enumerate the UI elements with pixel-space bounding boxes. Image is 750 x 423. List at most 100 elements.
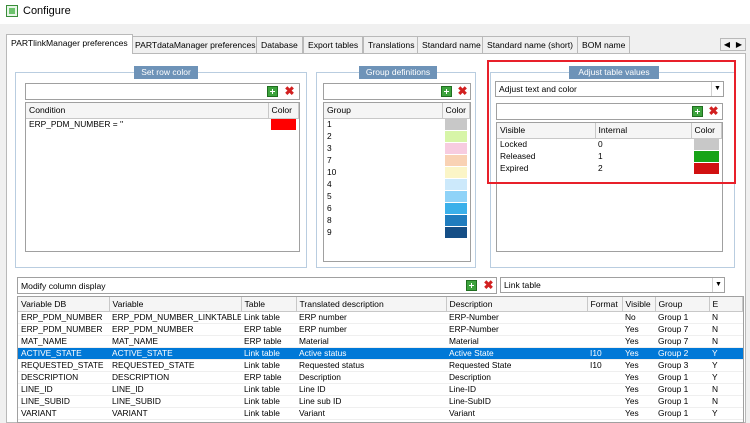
- color-swatch[interactable]: [445, 118, 467, 130]
- color-cell[interactable]: [442, 226, 470, 238]
- column-header-format[interactable]: Format: [587, 297, 623, 312]
- table-cell: Group 3: [655, 359, 709, 372]
- tab-standard-name-short[interactable]: Standard name (short): [482, 36, 578, 54]
- condition-cell[interactable]: ERP_PDM_NUMBER = '': [26, 118, 268, 130]
- color-cell[interactable]: [442, 118, 470, 130]
- color-swatch[interactable]: [445, 130, 467, 142]
- delete-icon[interactable]: ✖: [457, 85, 468, 97]
- table-row[interactable]: 10: [324, 166, 470, 178]
- chevron-down-icon[interactable]: ▼: [712, 278, 724, 292]
- table-cell: ERP_PDM_NUMBER_LINKTABLE: [109, 311, 241, 324]
- annotation-highlight: [487, 60, 736, 184]
- tab-strip: PARTlinkManager preferences PARTdataMana…: [6, 34, 716, 54]
- set-row-color-group: Set row color ✖ Condition Color ERP_PDM_…: [15, 66, 307, 268]
- table-cell: N: [709, 323, 743, 336]
- column-header-color[interactable]: Color: [268, 103, 299, 119]
- color-cell[interactable]: [442, 178, 470, 190]
- table-row[interactable]: LINE_ID LINE_ID Link table Line ID Line-ID Ye…: [18, 383, 743, 396]
- color-swatch[interactable]: [271, 118, 296, 130]
- table-row[interactable]: ERP_PDM_NUMBER ERP_PDM_NUMBER ERP table ERP…: [18, 323, 743, 336]
- table-row-selected[interactable]: ACTIVE_STATE ACTIVE_STATE Link table Active…: [18, 347, 743, 360]
- tab-database[interactable]: Database: [256, 36, 303, 54]
- table-cell: Y: [709, 407, 743, 420]
- add-icon[interactable]: [267, 86, 278, 97]
- delete-icon[interactable]: ✖: [284, 85, 295, 97]
- column-header-translated-description[interactable]: Translated description: [296, 297, 447, 312]
- column-header-description[interactable]: Description: [446, 297, 588, 312]
- table-row[interactable]: REQUESTED_STATE REQUESTED_STATE Link table…: [18, 359, 743, 372]
- table-row[interactable]: 4: [324, 178, 470, 190]
- table-select[interactable]: Link table ▼: [500, 277, 725, 293]
- table-row[interactable]: 6: [324, 202, 470, 214]
- tab-partlinkmanager-preferences[interactable]: PARTlinkManager preferences: [6, 34, 133, 54]
- table-row[interactable]: 8: [324, 214, 470, 226]
- table-row[interactable]: 3: [324, 142, 470, 154]
- table-row[interactable]: 1: [324, 118, 470, 130]
- color-cell[interactable]: [442, 190, 470, 202]
- add-icon[interactable]: [441, 86, 452, 97]
- table-row[interactable]: LINE_SUBID LINE_SUBID Link table Line sub I…: [18, 395, 743, 408]
- tab-export-tables[interactable]: Export tables: [303, 36, 364, 54]
- table-cell: Description: [296, 371, 446, 384]
- color-cell[interactable]: [442, 142, 470, 154]
- table-row[interactable]: 2: [324, 130, 470, 142]
- table-cell: VARIANT: [18, 407, 109, 420]
- color-cell[interactable]: [442, 166, 470, 178]
- column-header-group[interactable]: Group: [655, 297, 710, 312]
- table-row[interactable]: 5: [324, 190, 470, 202]
- tab-standard-name[interactable]: Standard name: [417, 36, 486, 54]
- table-cell: Y: [709, 347, 743, 360]
- tab-bom-name[interactable]: BOM name: [577, 36, 631, 54]
- table-row[interactable]: DESCRIPTION DESCRIPTION ERP table Descripti…: [18, 371, 743, 384]
- table-cell: VARIANT: [109, 407, 241, 420]
- column-header-visible[interactable]: Visible: [622, 297, 656, 312]
- add-icon[interactable]: [466, 280, 477, 291]
- color-swatch[interactable]: [445, 178, 467, 190]
- column-header-e[interactable]: E: [709, 297, 743, 312]
- table-cell: [587, 395, 622, 408]
- column-header-table[interactable]: Table: [241, 297, 297, 312]
- column-header-group[interactable]: Group: [324, 103, 443, 119]
- table-cell: N: [709, 383, 743, 396]
- column-header-variable-db[interactable]: Variable DB: [18, 297, 110, 312]
- table-cell: I10: [587, 347, 622, 360]
- color-cell[interactable]: [442, 154, 470, 166]
- tab-scroll-left-icon[interactable]: ◀: [721, 39, 733, 50]
- color-swatch[interactable]: [445, 202, 467, 214]
- color-swatch[interactable]: [445, 226, 467, 238]
- table-row[interactable]: 9: [324, 226, 470, 238]
- table-row[interactable]: VARIANT VARIANT Link table Variant Variant Ye…: [18, 407, 743, 420]
- tab-scroll-buttons: ◀ ▶: [720, 38, 746, 51]
- color-swatch[interactable]: [445, 154, 467, 166]
- table-cell: Active State: [446, 347, 587, 360]
- title-bar: Configure: [0, 0, 750, 24]
- color-cell[interactable]: [268, 118, 299, 130]
- color-cell[interactable]: [442, 202, 470, 214]
- modify-column-display-label: Modify column display: [21, 281, 106, 291]
- app-icon: [6, 5, 18, 17]
- column-header-color[interactable]: Color: [442, 103, 470, 119]
- color-cell[interactable]: [442, 214, 470, 226]
- column-header-condition[interactable]: Condition: [26, 103, 269, 119]
- table-cell: Group 1: [655, 383, 709, 396]
- column-header-variable[interactable]: Variable: [109, 297, 242, 312]
- table-cell: Line sub ID: [296, 395, 446, 408]
- color-swatch[interactable]: [445, 190, 467, 202]
- tab-translations[interactable]: Translations: [363, 36, 420, 54]
- column-display-grid: Variable DB Variable Table Translated de…: [17, 296, 744, 423]
- color-cell[interactable]: [442, 130, 470, 142]
- table-cell: Y: [709, 371, 743, 384]
- table-row[interactable]: 7: [324, 154, 470, 166]
- table-cell: N: [709, 395, 743, 408]
- delete-icon[interactable]: ✖: [483, 279, 494, 291]
- table-row[interactable]: MAT_NAME MAT_NAME ERP table Material Materia…: [18, 335, 743, 348]
- table-row[interactable]: ERP_PDM_NUMBER ERP_PDM_NUMBER_LINKTABLE Li…: [18, 311, 743, 324]
- color-swatch[interactable]: [445, 214, 467, 226]
- table-cell: ERP_PDM_NUMBER: [18, 311, 109, 324]
- table-cell: Requested State: [446, 359, 587, 372]
- table-row[interactable]: ERP_PDM_NUMBER = '': [26, 118, 299, 130]
- color-swatch[interactable]: [445, 142, 467, 154]
- tab-scroll-right-icon[interactable]: ▶: [733, 39, 745, 50]
- color-swatch[interactable]: [445, 166, 467, 178]
- tab-partdatamanager-preferences[interactable]: PARTdataManager preferences: [130, 36, 261, 54]
